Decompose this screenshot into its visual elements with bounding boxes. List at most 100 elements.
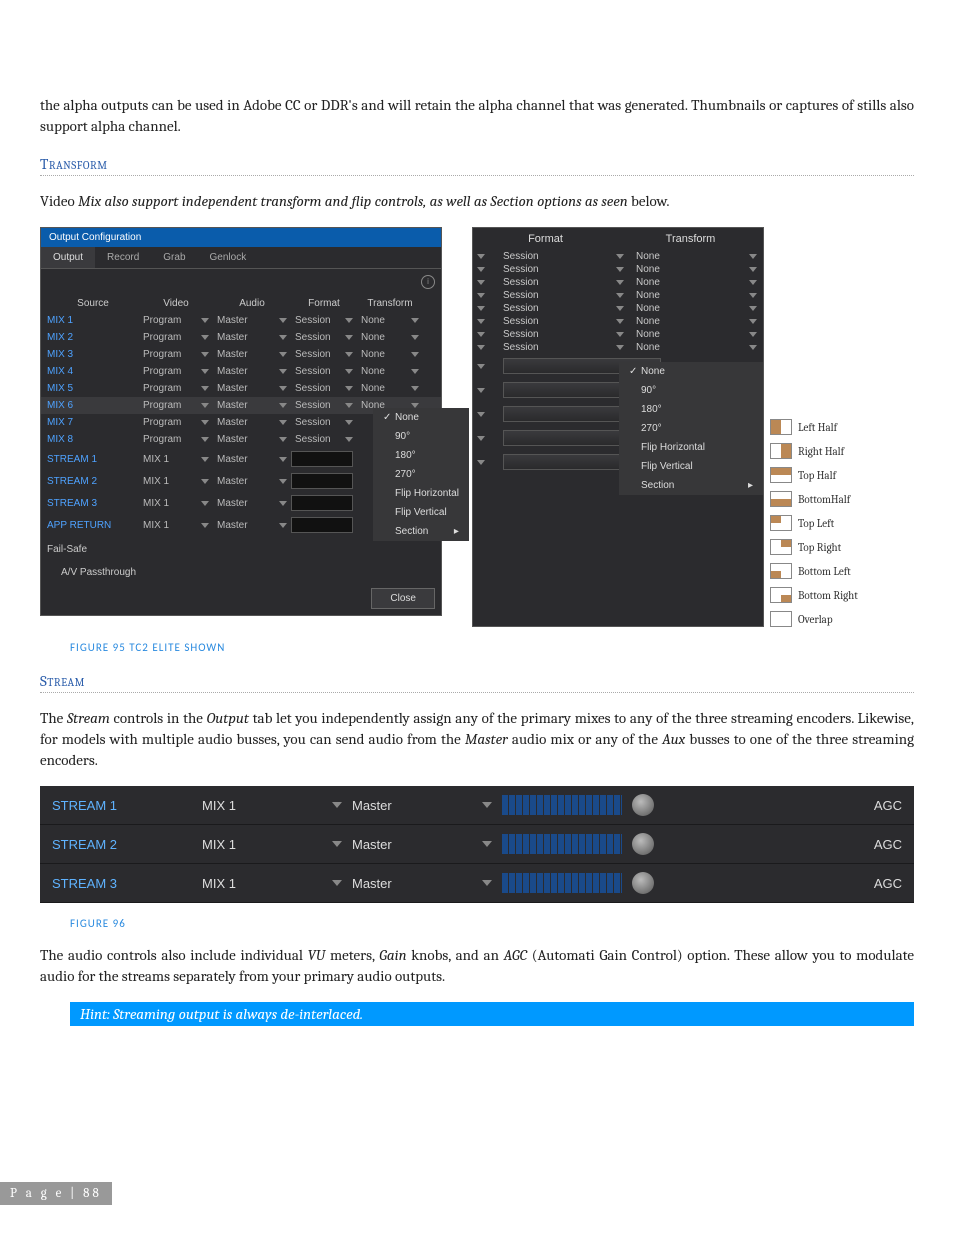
format-dropdown[interactable]: Session (497, 290, 630, 301)
gain-knob[interactable] (632, 833, 654, 855)
audio-dropdown[interactable]: Master (213, 434, 291, 445)
format-dropdown[interactable]: Session (497, 251, 630, 262)
menu-item[interactable]: Flip Vertical (619, 457, 763, 476)
transform-dropdown[interactable]: None (357, 383, 423, 394)
table-row: SessionNone (473, 289, 763, 302)
format-dropdown[interactable]: Session (291, 383, 357, 394)
chevron-down-icon (279, 386, 287, 391)
video-dropdown[interactable]: MIX 1 (139, 520, 213, 531)
menu-item[interactable]: 180° (619, 400, 763, 419)
audio-dropdown[interactable]: Master (213, 520, 291, 531)
format-dropdown[interactable]: Session (497, 277, 630, 288)
video-dropdown[interactable]: MIX 1 (139, 454, 213, 465)
format-dropdown[interactable]: Session (497, 303, 630, 314)
format-dropdown[interactable]: Session (497, 329, 630, 340)
agc-toggle[interactable]: AGC (874, 798, 902, 813)
menu-item[interactable]: 180° (373, 446, 469, 465)
transform-dropdown[interactable]: None (630, 303, 763, 314)
audio-dropdown[interactable]: Master (213, 349, 291, 360)
audio-dropdown[interactable]: Master (213, 498, 291, 509)
transform-dropdown[interactable]: None (630, 290, 763, 301)
stream-video-dropdown[interactable]: MIX 1 (202, 876, 342, 891)
video-dropdown[interactable]: Program (139, 349, 213, 360)
audio-dropdown[interactable]: Master (213, 417, 291, 428)
audio-dropdown[interactable]: Master (213, 476, 291, 487)
transform-dropdown[interactable]: None (630, 329, 763, 340)
stream-video-dropdown[interactable]: MIX 1 (202, 798, 342, 813)
format-dropdown[interactable]: Session (291, 417, 357, 428)
section-option[interactable]: Bottom Left (770, 563, 858, 579)
close-button[interactable]: Close (371, 588, 435, 609)
tab-genlock[interactable]: Genlock (198, 247, 259, 268)
video-dropdown[interactable]: MIX 1 (139, 498, 213, 509)
video-dropdown[interactable]: Program (139, 400, 213, 411)
transform-dropdown[interactable]: None (357, 349, 423, 360)
audio-dropdown[interactable]: Master (213, 454, 291, 465)
format-dropdown[interactable]: Session (291, 400, 357, 411)
av-passthrough-row[interactable]: A/V Passthrough (41, 559, 441, 582)
section-option[interactable]: Overlap (770, 611, 858, 627)
stream-video-dropdown[interactable]: MIX 1 (202, 837, 342, 852)
menu-item[interactable]: Section▸ (373, 522, 469, 541)
menu-item[interactable]: 90° (619, 381, 763, 400)
menu-item[interactable]: 270° (373, 465, 469, 484)
stream-audio-dropdown[interactable]: Master (352, 798, 492, 813)
audio-dropdown[interactable]: Master (213, 315, 291, 326)
menu-item[interactable]: ✓None (619, 362, 763, 381)
stream-audio-dropdown[interactable]: Master (352, 876, 492, 891)
section-option[interactable]: Right Half (770, 443, 858, 459)
agc-toggle[interactable]: AGC (874, 876, 902, 891)
video-dropdown[interactable]: Program (139, 332, 213, 343)
col-video: Video (139, 298, 213, 309)
section-option[interactable]: Left Half (770, 419, 858, 435)
menu-item[interactable]: 90° (373, 427, 469, 446)
format-dropdown[interactable]: Session (291, 315, 357, 326)
transform-dropdown[interactable]: None (630, 342, 763, 353)
menu-item[interactable]: Flip Horizontal (619, 438, 763, 457)
section-option[interactable]: Top Half (770, 467, 858, 483)
video-dropdown[interactable]: Program (139, 417, 213, 428)
chevron-down-icon (201, 352, 209, 357)
transform-dropdown[interactable]: None (630, 277, 763, 288)
format-dropdown[interactable]: Session (291, 332, 357, 343)
tab-record[interactable]: Record (95, 247, 151, 268)
format-dropdown[interactable]: Session (497, 342, 630, 353)
video-dropdown[interactable]: Program (139, 366, 213, 377)
info-icon[interactable]: i (421, 275, 435, 289)
gain-knob[interactable] (632, 872, 654, 894)
tab-output[interactable]: Output (41, 247, 95, 268)
audio-dropdown[interactable]: Master (213, 332, 291, 343)
section-option[interactable]: Top Left (770, 515, 858, 531)
video-dropdown[interactable]: Program (139, 434, 213, 445)
menu-item[interactable]: 270° (619, 419, 763, 438)
menu-item[interactable]: Section▸ (619, 476, 763, 495)
transform-dropdown[interactable]: None (357, 315, 423, 326)
video-dropdown[interactable]: Program (139, 383, 213, 394)
transform-dropdown[interactable]: None (630, 316, 763, 327)
agc-toggle[interactable]: AGC (874, 837, 902, 852)
gain-knob[interactable] (632, 794, 654, 816)
transform-dropdown[interactable]: None (357, 332, 423, 343)
audio-dropdown[interactable]: Master (213, 400, 291, 411)
audio-dropdown[interactable]: Master (213, 383, 291, 394)
format-dropdown[interactable]: Session (497, 264, 630, 275)
tab-grab[interactable]: Grab (151, 247, 197, 268)
transform-dropdown[interactable]: None (630, 251, 763, 262)
menu-item[interactable]: Flip Vertical (373, 503, 469, 522)
section-option[interactable]: Top Right (770, 539, 858, 555)
transform-dropdown[interactable]: None (357, 366, 423, 377)
format-dropdown[interactable]: Session (291, 434, 357, 445)
format-dropdown[interactable]: Session (291, 366, 357, 377)
format-transform-panel: Format Transform SessionNoneSessionNoneS… (472, 227, 764, 627)
transform-dropdown[interactable]: None (630, 264, 763, 275)
video-dropdown[interactable]: MIX 1 (139, 476, 213, 487)
menu-item[interactable]: ✓None (373, 408, 469, 427)
stream-audio-dropdown[interactable]: Master (352, 837, 492, 852)
format-dropdown[interactable]: Session (497, 316, 630, 327)
video-dropdown[interactable]: Program (139, 315, 213, 326)
audio-dropdown[interactable]: Master (213, 366, 291, 377)
format-dropdown[interactable]: Session (291, 349, 357, 360)
section-option[interactable]: Bottom Right (770, 587, 858, 603)
section-option[interactable]: BottomHalf (770, 491, 858, 507)
menu-item[interactable]: Flip Horizontal (373, 484, 469, 503)
